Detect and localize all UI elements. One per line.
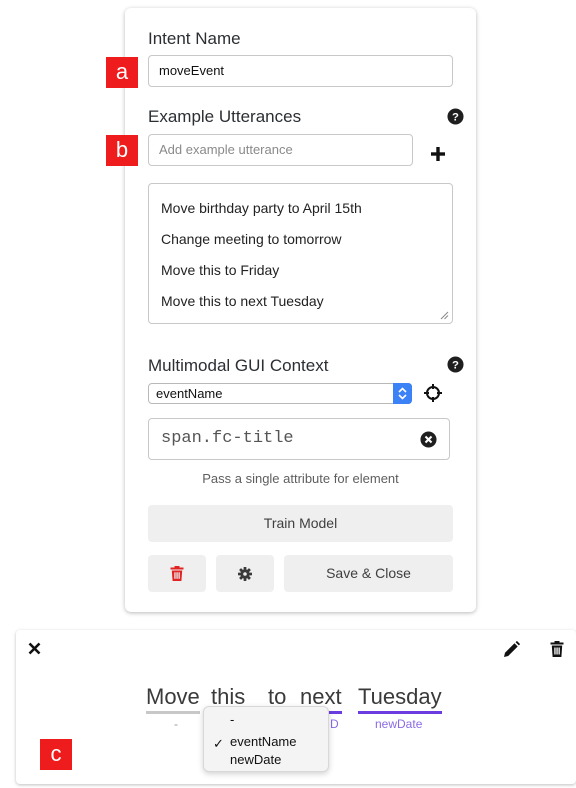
gear-icon [238,567,252,581]
crosshair-icon[interactable] [423,383,443,403]
svg-text:?: ? [452,112,459,124]
add-utterance-input[interactable]: Add example utterance [148,134,413,166]
utterance-item[interactable]: Move birthday party to April 15th [161,200,362,216]
help-icon[interactable]: ? [447,108,464,125]
utterance-item[interactable]: Move this to Friday [161,262,279,278]
close-icon[interactable] [28,642,41,655]
marker-c: c [40,739,72,770]
add-utterance-plus-icon[interactable] [429,145,447,163]
marker-a: a [106,57,138,88]
utterance-list[interactable]: Move birthday party to April 15th Change… [148,183,453,324]
train-model-button[interactable]: Train Model [148,505,453,542]
settings-button[interactable] [216,555,274,592]
utterance-item[interactable]: Change meeting to tomorrow [161,231,342,247]
intent-name-label: Intent Name [148,29,241,48]
pencil-icon[interactable] [503,641,520,658]
annotated-word[interactable]: Move [146,684,200,714]
utterance-item[interactable]: Move this to next Tuesday [161,293,324,309]
word-tag: D [330,717,339,731]
annotation-card: Move this to next Tuesday - D newDate - … [16,630,576,784]
dropdown-option[interactable]: - [230,712,234,728]
element-selector-value: span.fc-title [161,429,294,448]
resize-grip-icon[interactable] [440,311,449,320]
word-tag: newDate [375,717,423,731]
intent-editor-panel: Intent Name moveEvent Example Utterances… [125,8,476,612]
attribute-select-value: eventName [156,386,223,401]
delete-button[interactable] [148,555,206,592]
trash-icon [170,566,184,581]
annotated-word[interactable]: Tuesday [358,684,442,714]
entity-dropdown[interactable]: - ✓ eventName newDate [203,706,329,772]
gui-context-label: Multimodal GUI Context [148,356,329,375]
dropdown-option[interactable]: newDate [230,752,281,768]
trash-icon[interactable] [550,641,564,657]
checkmark-icon: ✓ [213,736,224,751]
selector-hint: Pass a single attribute for element [202,471,399,486]
clear-icon[interactable] [420,431,437,448]
help-icon[interactable]: ? [447,356,464,373]
example-utterances-label: Example Utterances [148,107,302,126]
chevron-up-down-icon[interactable] [393,383,412,404]
word-tag: - [174,717,178,731]
marker-b: b [106,135,138,166]
dropdown-option[interactable]: eventName [230,734,296,750]
attribute-select[interactable]: eventName [148,383,412,404]
element-selector-input[interactable]: span.fc-title [148,418,450,460]
save-close-button[interactable]: Save & Close [284,555,453,592]
svg-text:?: ? [452,360,459,372]
intent-name-input[interactable]: moveEvent [148,55,453,87]
